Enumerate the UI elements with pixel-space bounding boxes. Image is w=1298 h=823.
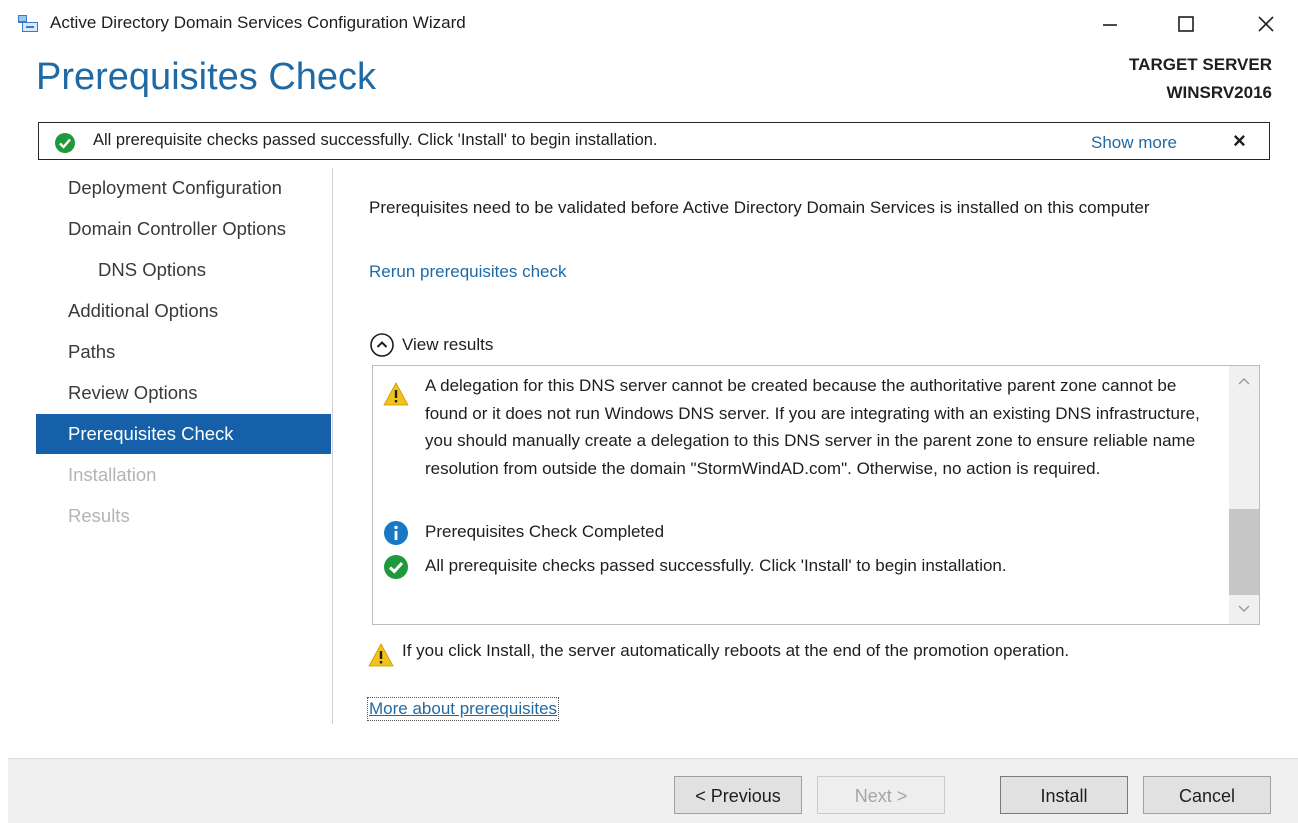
chevron-up-circle-icon: [370, 333, 394, 357]
result-text: Prerequisites Check Completed: [425, 522, 665, 541]
scroll-up-button[interactable]: [1229, 370, 1259, 392]
chevron-down-icon: [1238, 605, 1250, 612]
wizard-step-navigation: Deployment Configuration Domain Controll…: [36, 168, 332, 728]
notification-banner: All prerequisite checks passed successfu…: [38, 122, 1270, 160]
view-results-label: View results: [402, 335, 494, 354]
window-title: Active Directory Domain Services Configu…: [50, 13, 466, 32]
nav-step-deployment-configuration[interactable]: Deployment Configuration: [36, 168, 331, 208]
next-button: Next >: [817, 776, 945, 814]
prerequisites-description: Prerequisites need to be validated befor…: [369, 198, 1150, 217]
minimize-button[interactable]: [1087, 6, 1133, 42]
page-title: Prerequisites Check: [36, 56, 377, 98]
info-icon: [384, 521, 408, 545]
scroll-down-button[interactable]: [1229, 598, 1259, 620]
maximize-button[interactable]: [1163, 6, 1209, 42]
reboot-warning-text: If you click Install, the server automat…: [402, 641, 1070, 660]
success-check-icon: [55, 133, 75, 153]
nav-step-prerequisites-check[interactable]: Prerequisites Check: [36, 414, 331, 454]
target-server-label: TARGET SERVER: [1129, 55, 1272, 74]
nav-step-domain-controller-options[interactable]: Domain Controller Options: [36, 209, 331, 249]
success-check-icon: [384, 555, 408, 579]
sidebar-divider: [332, 168, 333, 724]
nav-step-review-options[interactable]: Review Options: [36, 373, 331, 413]
ad-ds-app-icon: [18, 15, 38, 32]
scrollbar-thumb[interactable]: [1229, 509, 1259, 595]
result-text: A delegation for this DNS server cannot …: [425, 376, 1200, 478]
result-text: All prerequisite checks passed successfu…: [425, 556, 1007, 575]
banner-close-icon[interactable]: ×: [1233, 130, 1253, 152]
nav-step-paths[interactable]: Paths: [36, 332, 331, 372]
rerun-prerequisites-link[interactable]: Rerun prerequisites check: [369, 262, 566, 282]
nav-step-dns-options[interactable]: DNS Options: [36, 250, 331, 290]
show-more-link[interactable]: Show more: [1091, 133, 1177, 153]
close-window-button[interactable]: [1243, 6, 1289, 42]
results-scrollbar[interactable]: [1229, 366, 1259, 624]
banner-message: All prerequisite checks passed successfu…: [93, 131, 658, 149]
chevron-up-icon: [1238, 378, 1250, 385]
install-button[interactable]: Install: [1000, 776, 1128, 814]
minimize-icon: [1103, 24, 1117, 26]
nav-step-results: Results: [68, 505, 130, 526]
close-icon: [1258, 16, 1274, 32]
warning-icon: [383, 382, 409, 406]
results-list: A delegation for this DNS server cannot …: [372, 365, 1260, 625]
view-results-toggle[interactable]: View results: [370, 331, 493, 359]
warning-icon: [368, 643, 394, 667]
nav-step-additional-options[interactable]: Additional Options: [36, 291, 331, 331]
more-about-prerequisites-link[interactable]: More about prerequisites: [366, 697, 560, 721]
target-server-name: WINSRV2016: [1166, 83, 1272, 102]
cancel-button[interactable]: Cancel: [1143, 776, 1271, 814]
maximize-icon: [1178, 16, 1194, 32]
nav-step-installation: Installation: [68, 464, 157, 485]
previous-button[interactable]: < Previous: [674, 776, 802, 814]
